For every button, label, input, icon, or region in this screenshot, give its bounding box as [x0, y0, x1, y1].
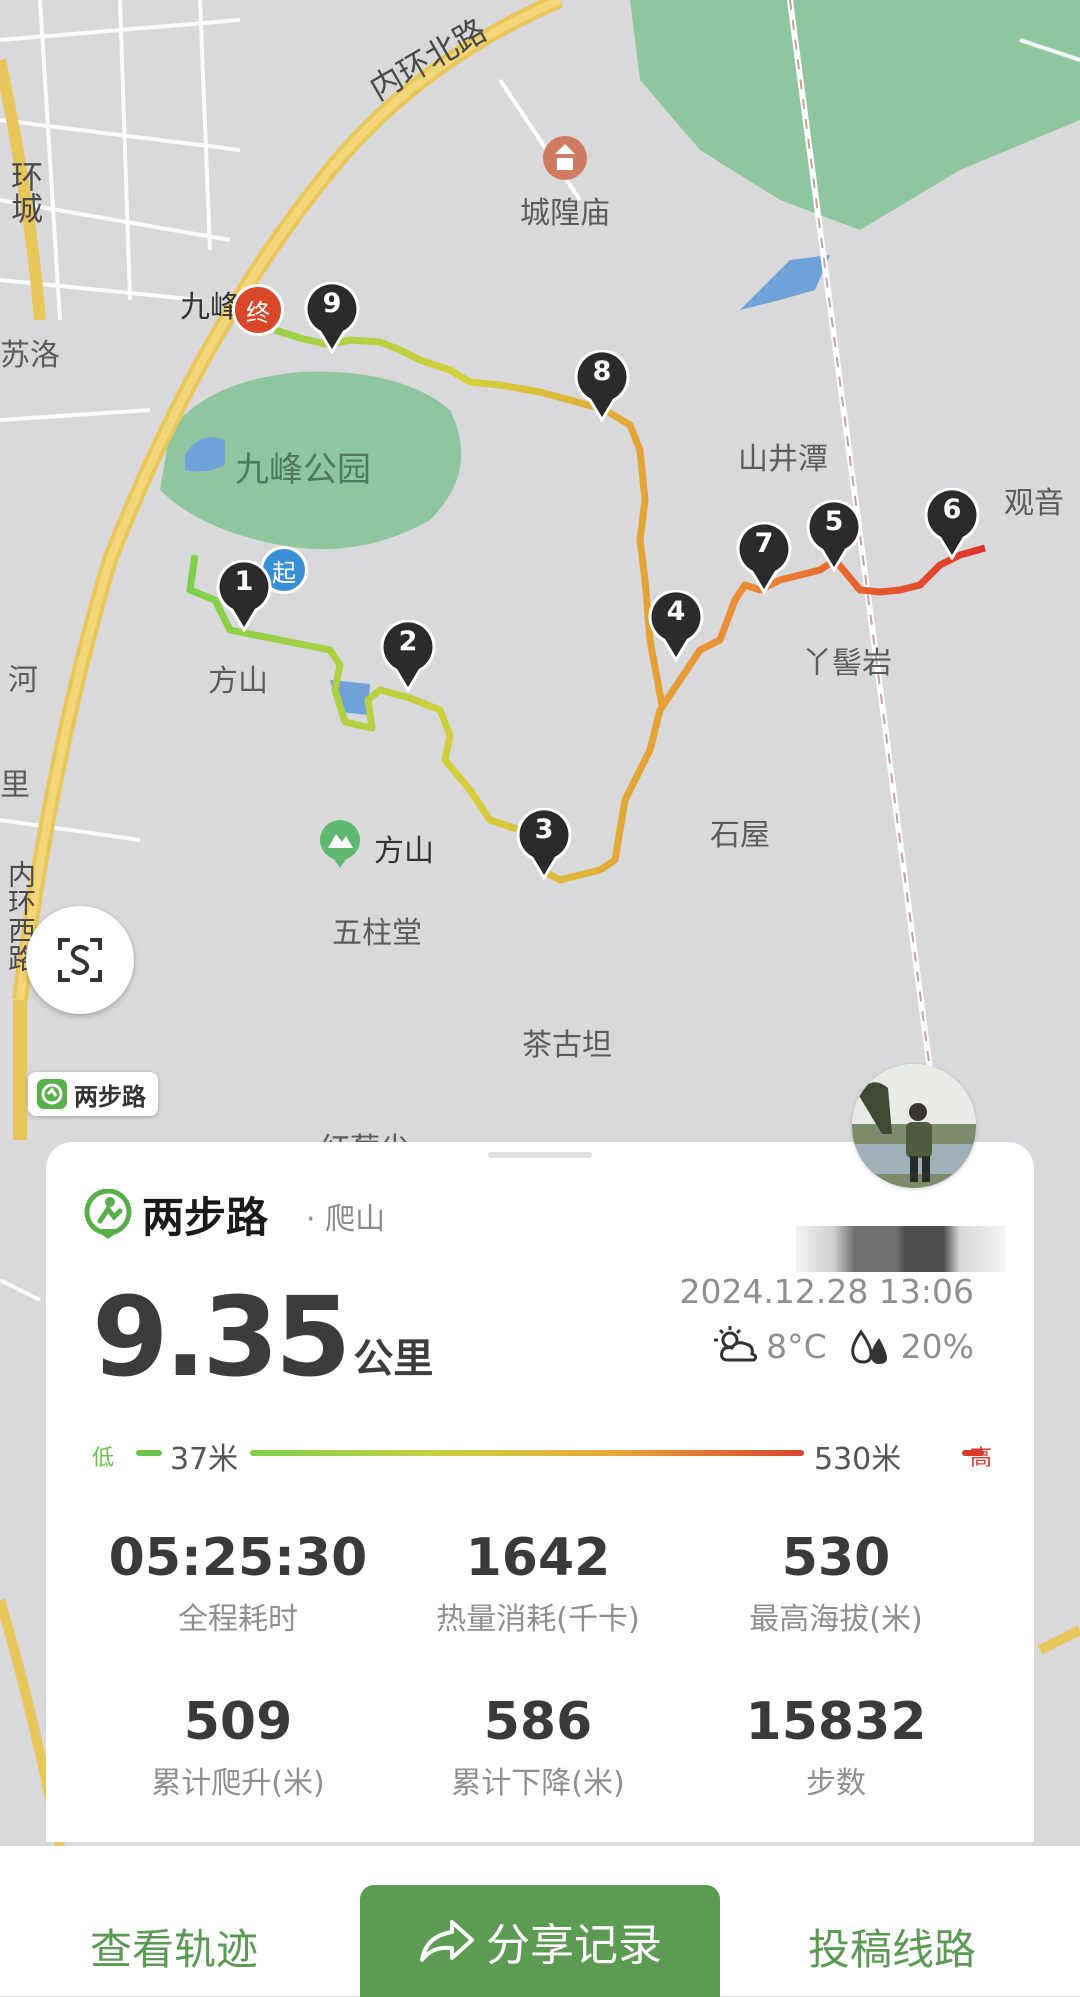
- distance-unit: 公里: [353, 1336, 434, 1382]
- waypoint-number: 8: [592, 356, 612, 387]
- activity-type: · 爬山: [306, 1202, 386, 1237]
- brand-logo-icon: [84, 1188, 132, 1239]
- scan-icon: [58, 938, 102, 982]
- waypoint-pin[interactable]: 7: [734, 521, 794, 595]
- waypoint-pin[interactable]: 8: [572, 349, 632, 423]
- waypoint-number: 9: [322, 288, 342, 319]
- share-record-label: 分享记录: [486, 1920, 662, 1971]
- elevation-min: 37米: [170, 1442, 239, 1477]
- place-label: 丫髻岩: [802, 646, 892, 681]
- stat-descent: 586 累计下降(米): [388, 1692, 688, 1802]
- total-distance: 9.35 公里: [92, 1282, 433, 1392]
- share-record-button[interactable]: 分享记录: [360, 1885, 720, 1997]
- share-arrow-icon: [420, 1920, 474, 1962]
- scenic-place-label: 方山: [374, 834, 434, 869]
- map-watermark: 两步路: [28, 1072, 158, 1116]
- blurred-username: [796, 1226, 1006, 1272]
- place-label: 观音: [1004, 486, 1064, 521]
- stat-label: 步数: [806, 1766, 866, 1801]
- stat-calories: 1642 热量消耗(千卡): [388, 1528, 688, 1638]
- waypoint-pin[interactable]: 5: [804, 499, 864, 573]
- record-datetime: 2024.12.28 13:06: [679, 1272, 974, 1311]
- waypoint-pin[interactable]: 3: [514, 807, 574, 881]
- waypoint-pin[interactable]: 1: [214, 559, 274, 633]
- stat-label: 最高海拔(米): [749, 1602, 923, 1637]
- waypoint-number: 1: [234, 566, 254, 597]
- stat-label: 累计爬升(米): [151, 1766, 325, 1801]
- start-marker-label: 起: [272, 558, 296, 587]
- waypoint-number: 3: [534, 814, 554, 845]
- place-label: 九峰公园: [235, 450, 371, 490]
- app-name: 两步路: [142, 1193, 269, 1242]
- stat-value: 586: [483, 1692, 593, 1752]
- waypoint-pin[interactable]: 6: [922, 487, 982, 561]
- stat-value: 1642: [465, 1528, 611, 1588]
- stat-value: 530: [781, 1528, 891, 1588]
- waypoint-pin[interactable]: 4: [646, 589, 706, 663]
- humidity-icon: [850, 1329, 887, 1364]
- waypoint-number: 5: [824, 506, 844, 537]
- end-marker-label: 终: [246, 298, 270, 327]
- summary-card: 两步路 · 爬山 2024.12.28 13:06 8°C 20% 9.35 公…: [46, 1142, 1034, 1842]
- elevation-high-label: 高: [969, 1446, 992, 1471]
- place-label: 九峰: [180, 290, 240, 325]
- stat-value: 15832: [745, 1692, 927, 1752]
- place-label: 茶古坦: [522, 1028, 612, 1063]
- user-avatar[interactable]: [852, 1064, 976, 1188]
- drag-handle[interactable]: [488, 1152, 592, 1158]
- road-label: 环城: [6, 160, 44, 224]
- stat-label: 累计下降(米): [451, 1766, 625, 1801]
- distance-value: 9.35: [92, 1273, 351, 1401]
- waypoint-number: 4: [666, 596, 686, 627]
- watermark-text: 两步路: [74, 1082, 146, 1111]
- waypoint-pin[interactable]: 9: [302, 281, 362, 355]
- humidity: 20%: [900, 1326, 974, 1366]
- brand-logo-icon: [37, 1079, 67, 1109]
- submit-route-button[interactable]: 投稿线路: [808, 1916, 976, 1977]
- stat-duration: 05:25:30 全程耗时: [88, 1528, 388, 1638]
- view-track-button[interactable]: 查看轨迹: [90, 1916, 258, 1977]
- app-logo: 两步路: [84, 1184, 268, 1245]
- place-label: 五柱堂: [332, 916, 422, 951]
- elevation-low-label: 低: [92, 1446, 115, 1471]
- elevation-gradient-bar: [250, 1450, 804, 1456]
- road-label: 里: [0, 768, 30, 803]
- road-label: 苏洛: [0, 338, 60, 373]
- waypoint-number: 2: [398, 626, 418, 657]
- fit-track-button[interactable]: [26, 906, 134, 1014]
- elevation-max: 530米: [814, 1442, 902, 1477]
- end-marker[interactable]: 终: [232, 284, 284, 336]
- weather-info: 8°C 20%: [714, 1326, 974, 1366]
- waypoint-number: 6: [942, 494, 962, 525]
- avatar-photo: [852, 1064, 976, 1188]
- stat-value: 509: [183, 1692, 293, 1752]
- place-label: 方山: [208, 664, 268, 699]
- stat-ascent: 509 累计爬升(米): [88, 1692, 388, 1802]
- waypoint-pin[interactable]: 2: [378, 619, 438, 693]
- elevation-range: 低 37米 530米 高: [92, 1432, 992, 1477]
- stat-label: 热量消耗(千卡): [436, 1602, 640, 1637]
- stat-value: 05:25:30: [108, 1528, 368, 1588]
- stat-max-altitude: 530 最高海拔(米): [686, 1528, 986, 1638]
- partly-cloudy-icon: [714, 1326, 758, 1362]
- elevation-low-swatch: [136, 1450, 162, 1456]
- place-label: 山井潭: [738, 442, 828, 477]
- stat-label: 全程耗时: [178, 1602, 298, 1637]
- place-label: 石屋: [710, 818, 770, 853]
- waypoint-number: 7: [754, 528, 774, 559]
- road-label: 河: [8, 663, 38, 698]
- stat-steps: 15832 步数: [686, 1692, 986, 1802]
- temperature: 8°C: [766, 1326, 827, 1366]
- place-label: 城隍庙: [520, 196, 610, 231]
